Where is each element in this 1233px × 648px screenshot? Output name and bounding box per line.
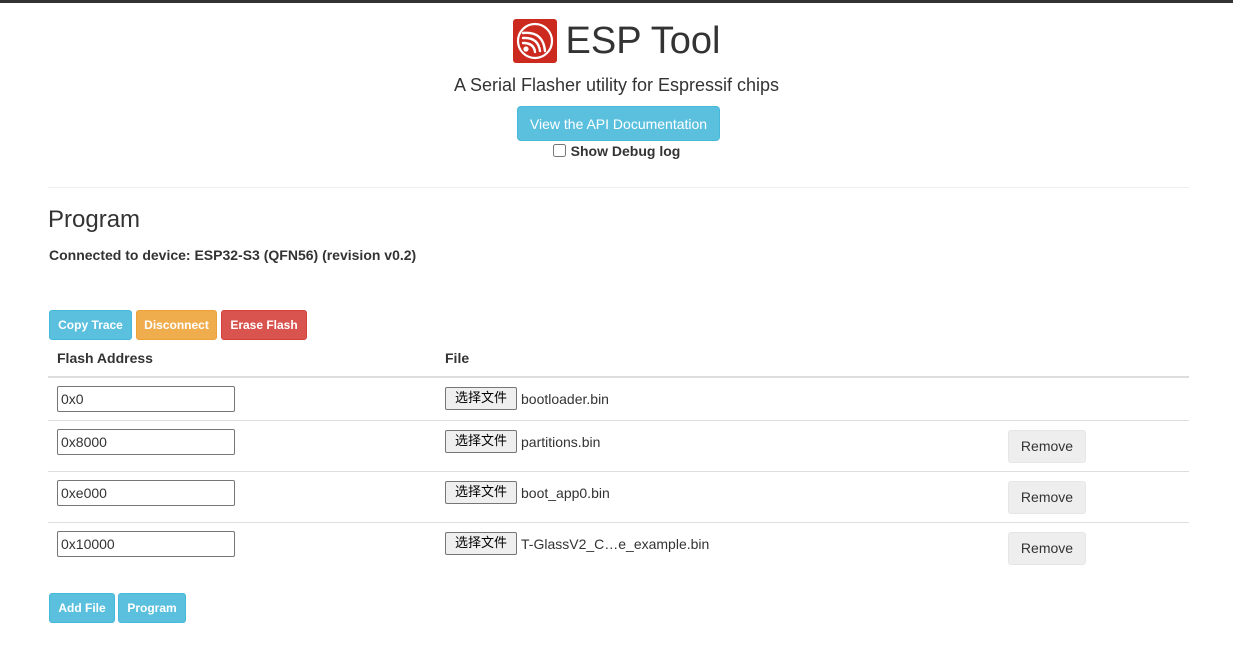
row-divider bbox=[48, 420, 1189, 421]
column-header-flash-address: Flash Address bbox=[57, 350, 153, 366]
remove-row-button[interactable]: Remove bbox=[1008, 430, 1086, 463]
page-title: ESP Tool bbox=[565, 20, 721, 62]
choose-file-button[interactable]: 选择文件 bbox=[445, 387, 517, 410]
remove-row-button[interactable]: Remove bbox=[1008, 481, 1086, 514]
espressif-logo-icon bbox=[512, 19, 557, 63]
flash-address-input[interactable] bbox=[57, 386, 235, 412]
file-name: T-GlassV2_C…e_example.bin bbox=[521, 536, 710, 552]
top-border bbox=[0, 0, 1233, 3]
api-docs-button[interactable]: View the API Documentation bbox=[517, 106, 720, 141]
debug-log-toggle[interactable]: Show Debug log bbox=[0, 143, 1233, 159]
connection-status: Connected to device: ESP32-S3 (QFN56) (r… bbox=[49, 247, 417, 263]
choose-file-button[interactable]: 选择文件 bbox=[445, 481, 517, 504]
flash-address-input[interactable] bbox=[57, 429, 235, 455]
remove-row-button[interactable]: Remove bbox=[1008, 532, 1086, 565]
file-name: bootloader.bin bbox=[521, 391, 609, 407]
program-button[interactable]: Program bbox=[118, 593, 186, 623]
app-header: ESP Tool bbox=[0, 19, 1233, 63]
copy-trace-button[interactable]: Copy Trace bbox=[49, 310, 132, 340]
row-divider bbox=[48, 522, 1189, 523]
section-title-program: Program bbox=[48, 206, 141, 233]
file-name: boot_app0.bin bbox=[521, 485, 610, 501]
column-header-file: File bbox=[445, 350, 470, 366]
page-subtitle: A Serial Flasher utility for Espressif c… bbox=[453, 75, 780, 95]
header-divider bbox=[48, 187, 1189, 188]
choose-file-button[interactable]: 选择文件 bbox=[445, 532, 517, 555]
table-header-divider bbox=[48, 376, 1189, 378]
flash-address-input[interactable] bbox=[57, 480, 235, 506]
choose-file-button[interactable]: 选择文件 bbox=[445, 430, 517, 453]
debug-log-checkbox[interactable] bbox=[552, 144, 566, 157]
row-divider bbox=[48, 471, 1189, 472]
erase-flash-button[interactable]: Erase Flash bbox=[221, 310, 307, 340]
file-name: partitions.bin bbox=[521, 434, 601, 450]
disconnect-button[interactable]: Disconnect bbox=[136, 310, 217, 340]
flash-address-input[interactable] bbox=[57, 531, 235, 557]
add-file-button[interactable]: Add File bbox=[49, 593, 115, 623]
debug-log-label: Show Debug log bbox=[570, 143, 681, 159]
